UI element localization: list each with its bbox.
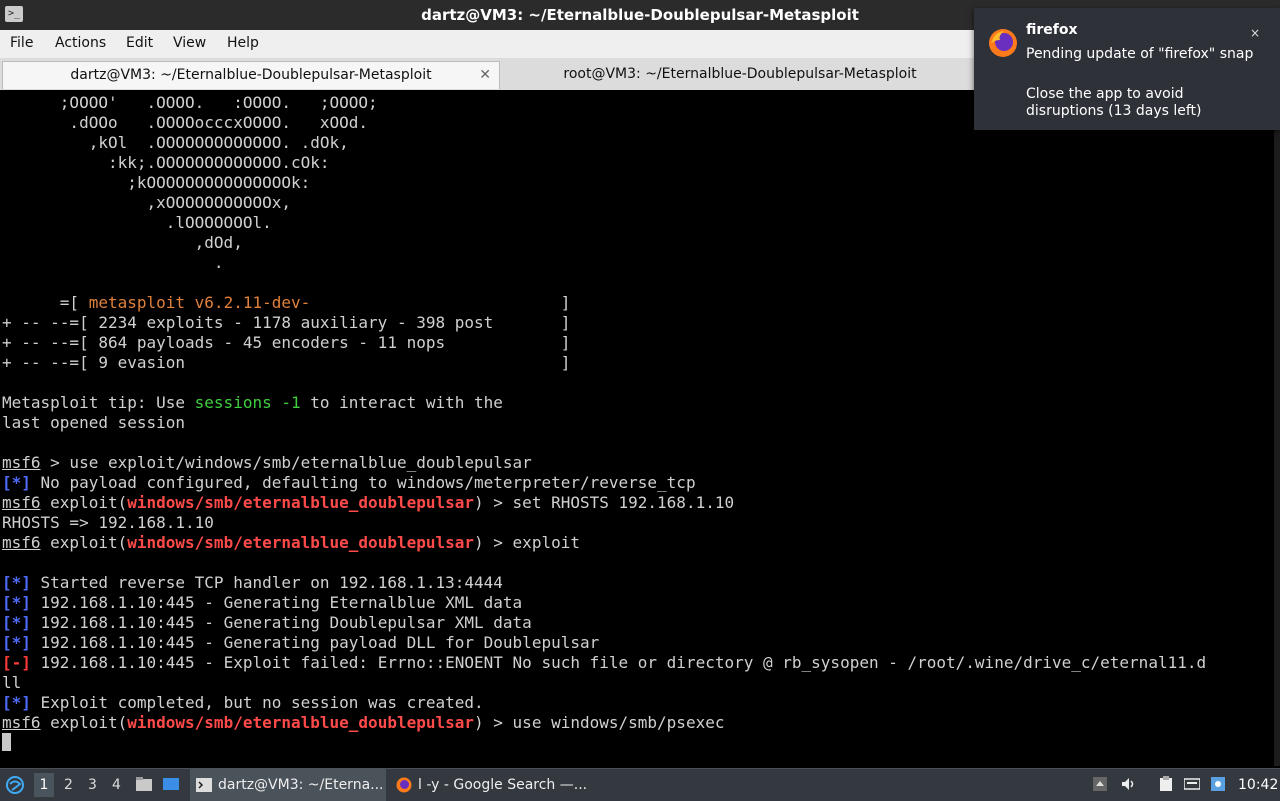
taskbar-item-terminal[interactable]: dartz@VM3: ~/Eterna... <box>190 769 386 801</box>
menu-help[interactable]: Help <box>227 35 259 51</box>
workspace-2[interactable]: 2 <box>64 777 73 793</box>
clock[interactable]: 10:42 <box>1238 777 1278 793</box>
menu-edit[interactable]: Edit <box>126 35 153 51</box>
taskbar-item-label: l -y - Google Search —... <box>418 777 588 793</box>
clipboard-icon[interactable] <box>1158 776 1174 792</box>
prompt: msf6 <box>2 453 41 472</box>
tip-command: sessions -1 <box>194 393 301 412</box>
volume-icon[interactable] <box>1120 776 1136 792</box>
tab-label: root@VM3: ~/Eternalblue-Doublepulsar-Met… <box>563 66 917 82</box>
menu-view[interactable]: View <box>173 35 206 51</box>
terminal-icon <box>196 778 212 792</box>
menu-actions[interactable]: Actions <box>55 35 106 51</box>
network-icon[interactable] <box>1210 776 1226 792</box>
taskbar-item-label: dartz@VM3: ~/Eterna... <box>218 777 384 793</box>
workspace-3[interactable]: 3 <box>88 777 97 793</box>
notification-detail: Close the app to avoid disruptions (13 d… <box>1026 86 1202 119</box>
error-tag: [-] <box>2 653 31 672</box>
menu-file[interactable]: File <box>10 35 33 51</box>
version-text: metasploit v6.2.11-dev- <box>88 293 311 312</box>
tab-label: dartz@VM3: ~/Eternalblue-Doublepulsar-Me… <box>70 67 432 83</box>
text-cursor <box>2 733 11 751</box>
file-manager-icon[interactable] <box>135 776 153 792</box>
tray-arrow-icon[interactable] <box>1092 776 1108 792</box>
scrollbar[interactable] <box>1274 90 1280 766</box>
taskbar: 1 2 3 4 dartz@VM3: ~/Eterna... l -y - Go… <box>0 768 1280 801</box>
tab-root[interactable]: root@VM3: ~/Eternalblue-Doublepulsar-Met… <box>502 61 978 88</box>
taskbar-item-firefox[interactable]: l -y - Google Search —... <box>390 769 600 801</box>
metasploit-info: =[ metasploit v6.2.11-dev- ] + -- --=[ 2… <box>2 293 1207 732</box>
keyboard-icon[interactable] <box>1184 776 1200 792</box>
close-icon[interactable]: ✕ <box>479 62 491 89</box>
desktop-icon[interactable] <box>162 776 180 792</box>
tab-dartz[interactable]: dartz@VM3: ~/Eternalblue-Doublepulsar-Me… <box>2 61 500 89</box>
workspace-4[interactable]: 4 <box>112 777 121 793</box>
notification-message: Pending update of "firefox" snap <box>1026 46 1254 62</box>
firefox-icon <box>989 29 1017 57</box>
workspace-1[interactable]: 1 <box>34 773 54 797</box>
firefox-icon <box>396 777 412 793</box>
notification-app: firefox <box>1026 22 1078 38</box>
metasploit-banner: ;OOOO' .OOOO. :OOOO. ;OOOO; .dOOo .OOOOo… <box>2 93 378 272</box>
notification-popup[interactable]: firefox Pending update of "firefox" snap… <box>974 8 1280 130</box>
close-icon[interactable]: × <box>1250 26 1260 40</box>
start-menu-icon[interactable] <box>5 775 25 795</box>
terminal-output[interactable]: ;OOOO' .OOOO. :OOOO. ;OOOO; .dOOo .OOOOo… <box>0 90 1274 766</box>
